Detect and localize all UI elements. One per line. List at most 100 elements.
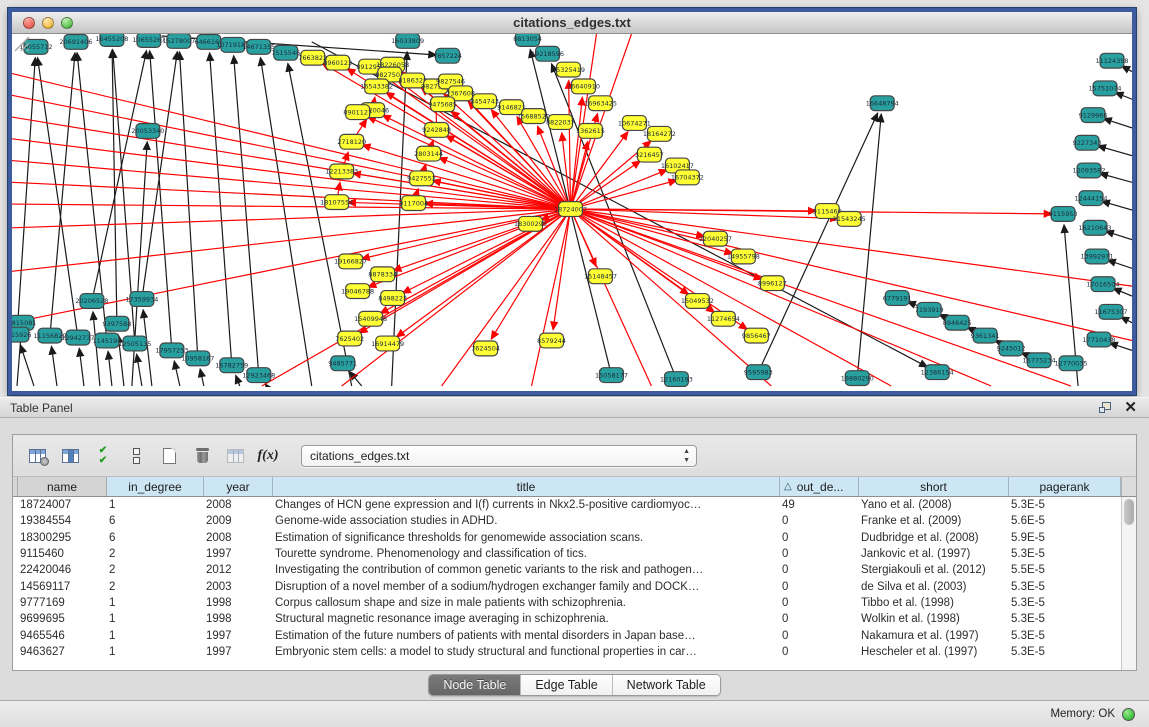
graph-node[interactable]: 20053340 bbox=[131, 123, 164, 138]
function-builder-icon[interactable]: f(x) bbox=[254, 442, 282, 470]
graph-node[interactable]: 18164272 bbox=[643, 126, 676, 141]
create-column-icon[interactable] bbox=[155, 442, 183, 470]
scrollbar-thumb[interactable] bbox=[1124, 499, 1134, 525]
graph-node[interactable]: 16640910 bbox=[567, 79, 600, 94]
graph-node[interactable]: 15409948 bbox=[354, 311, 387, 326]
graph-edge[interactable] bbox=[234, 56, 259, 375]
batch-edit-icon[interactable]: ✔✔ bbox=[89, 442, 117, 470]
graph-node[interactable]: 9242848 bbox=[422, 122, 451, 137]
graph-node[interactable]: 2718120 bbox=[337, 134, 366, 149]
graph-node[interactable]: 9129966 bbox=[1079, 108, 1108, 123]
graph-node[interactable]: 17016504 bbox=[1087, 277, 1120, 292]
graph-node[interactable]: 9117004 bbox=[399, 196, 428, 211]
graph-node[interactable]: 18107554 bbox=[320, 195, 353, 210]
graph-node[interactable]: 16775234 bbox=[1023, 353, 1056, 368]
graph-node[interactable]: 1362615 bbox=[576, 123, 605, 138]
graph-node[interactable]: 15751074 bbox=[1089, 81, 1122, 96]
graph-node[interactable]: 9227343 bbox=[1073, 135, 1102, 150]
show-columns-icon[interactable] bbox=[56, 442, 84, 470]
graph-edge[interactable] bbox=[108, 351, 112, 386]
graph-node[interactable]: 16782759 bbox=[215, 358, 248, 373]
graph-node[interactable]: 3915926 bbox=[12, 327, 31, 342]
graph-edge[interactable] bbox=[51, 346, 56, 386]
graph-node[interactable]: 2803144 bbox=[414, 146, 443, 161]
row-height-icon[interactable] bbox=[122, 442, 150, 470]
graph-node[interactable]: 8579244 bbox=[537, 333, 566, 348]
graph-edge[interactable] bbox=[446, 135, 570, 209]
graph-edge[interactable] bbox=[571, 209, 992, 386]
graph-edge[interactable] bbox=[12, 161, 571, 209]
graph-node[interactable]: 16963425 bbox=[584, 96, 617, 111]
graph-node[interactable]: 12505135 bbox=[118, 336, 151, 351]
table-row[interactable]: 969969511998Structural magnetic resonanc… bbox=[13, 611, 1136, 627]
graph-edge[interactable] bbox=[342, 209, 571, 386]
graph-node[interactable]: 16033809 bbox=[391, 34, 424, 48]
graph-node[interactable]: 9595983 bbox=[744, 365, 773, 380]
graph-node[interactable]: 22040257 bbox=[699, 231, 732, 246]
graph-edge[interactable] bbox=[569, 80, 571, 209]
graph-node[interactable]: 15049532 bbox=[681, 294, 714, 309]
graph-node[interactable]: 9475685 bbox=[428, 97, 457, 112]
table-row[interactable]: 977716911998Corpus callosum shape and si… bbox=[13, 595, 1136, 611]
table-row[interactable]: 1872400712008Changes of HCN gene express… bbox=[13, 497, 1136, 513]
column-header-name[interactable]: name bbox=[18, 477, 107, 496]
graph-node[interactable]: 8960123 bbox=[323, 55, 352, 70]
graph-node[interactable]: 8878334 bbox=[368, 267, 397, 282]
graph-edge[interactable] bbox=[1102, 201, 1132, 210]
graph-node[interactable]: 11543245 bbox=[833, 211, 866, 226]
graph-edge[interactable] bbox=[236, 375, 240, 386]
graph-node[interactable]: 14955798 bbox=[727, 249, 760, 264]
graph-node[interactable]: 19166827 bbox=[334, 254, 367, 269]
graph-node[interactable]: 12213383 bbox=[325, 164, 358, 179]
graph-node[interactable]: 10674271 bbox=[618, 116, 651, 131]
graph-edge[interactable] bbox=[553, 209, 570, 330]
graph-node[interactable]: 12386154 bbox=[921, 365, 954, 380]
graph-node[interactable]: 15058177 bbox=[595, 368, 628, 383]
graph-edge[interactable] bbox=[1109, 343, 1132, 350]
graph-node[interactable]: 15278007 bbox=[162, 34, 195, 48]
float-panel-icon[interactable] bbox=[1099, 402, 1112, 414]
graph-edge[interactable] bbox=[1103, 119, 1132, 128]
network-graph[interactable]: 1405571220691406164552081065526715278007… bbox=[12, 34, 1132, 387]
graph-edge[interactable] bbox=[1113, 288, 1132, 296]
graph-node[interactable]: 16543382 bbox=[360, 79, 393, 94]
tab-network-table[interactable]: Network Table bbox=[613, 675, 720, 695]
graph-node[interactable]: 15325419 bbox=[552, 62, 585, 77]
graph-edge[interactable] bbox=[1107, 260, 1132, 268]
graph-node[interactable]: 7515546 bbox=[271, 45, 300, 60]
table-row[interactable]: 2242004622012Investigating the contribut… bbox=[13, 562, 1136, 578]
graph-edge[interactable] bbox=[92, 51, 147, 301]
table-row[interactable]: 946362711997Embryonic stem cells: a mode… bbox=[13, 644, 1136, 660]
graph-node[interactable]: 10958167 bbox=[181, 351, 214, 366]
graph-node[interactable]: 8498222 bbox=[378, 291, 407, 306]
zoom-window-icon[interactable] bbox=[61, 17, 73, 29]
graph-node[interactable]: 12942737 bbox=[61, 330, 94, 345]
graph-node[interactable]: 12923468 bbox=[242, 368, 275, 383]
graph-node[interactable]: 9115953 bbox=[1049, 207, 1078, 222]
graph-edge[interactable] bbox=[174, 361, 180, 386]
graph-node[interactable]: 8822037 bbox=[546, 115, 575, 130]
graph-edge[interactable] bbox=[1100, 173, 1132, 182]
graph-node[interactable]: 9856467 bbox=[742, 328, 771, 343]
graph-node[interactable]: 17710438 bbox=[1083, 332, 1116, 347]
graph-node[interactable]: 8454743 bbox=[470, 94, 499, 109]
column-header-in-degree[interactable]: in_degree bbox=[107, 477, 204, 496]
graph-node[interactable]: 7624504 bbox=[471, 341, 500, 356]
graph-node[interactable]: 19880290 bbox=[841, 371, 874, 386]
graph-node[interactable]: 11675307 bbox=[1095, 304, 1128, 319]
graph-edge[interactable] bbox=[142, 52, 177, 299]
graph-node[interactable]: 18724007 bbox=[554, 202, 587, 217]
graph-edge[interactable] bbox=[260, 58, 311, 386]
graph-edge[interactable] bbox=[20, 345, 34, 386]
vertical-scrollbar[interactable] bbox=[1121, 497, 1136, 670]
tab-node-table[interactable]: Node Table bbox=[429, 675, 521, 695]
close-window-icon[interactable] bbox=[23, 17, 35, 29]
graph-node[interactable]: 6779191 bbox=[883, 291, 912, 306]
graph-node[interactable]: 8813054 bbox=[513, 34, 542, 46]
graph-edge[interactable] bbox=[396, 209, 570, 337]
graph-edge[interactable] bbox=[200, 369, 204, 386]
delete-column-icon[interactable] bbox=[188, 442, 216, 470]
memory-status-icon[interactable] bbox=[1122, 708, 1135, 721]
graph-node[interactable]: 9427552 bbox=[407, 171, 436, 186]
graph-edge[interactable] bbox=[79, 348, 84, 386]
